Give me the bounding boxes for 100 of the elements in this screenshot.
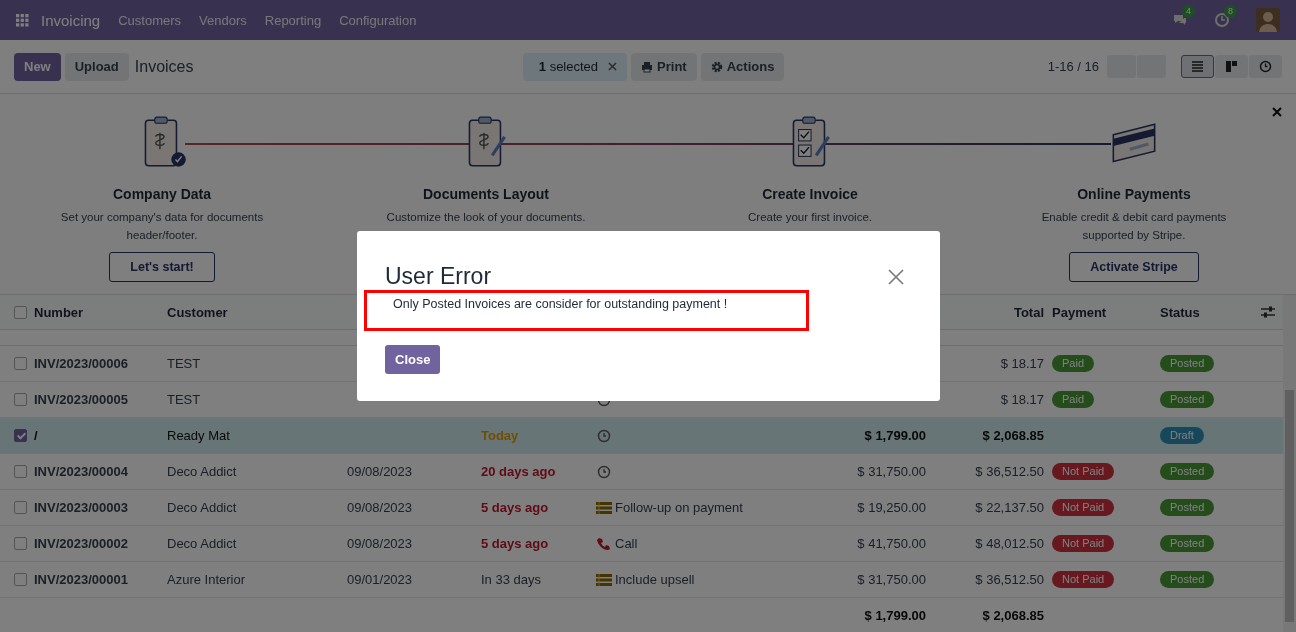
checkbox[interactable]: [14, 501, 27, 514]
status-badge: Posted: [1160, 355, 1215, 372]
payment-badge: Not Paid: [1052, 535, 1115, 552]
table-cell: $ 48,012.50: [975, 536, 1044, 551]
activity-view-button[interactable]: [1249, 55, 1282, 78]
step-description: Create your first invoice.: [747, 210, 873, 225]
menu-item[interactable]: Configuration: [339, 12, 417, 28]
table-cell: TEST: [167, 356, 201, 371]
checkbox[interactable]: [14, 305, 27, 319]
apps-menu-icon[interactable]: [16, 13, 29, 27]
checkbox[interactable]: [14, 465, 27, 478]
column-header[interactable]: Status: [1160, 304, 1200, 320]
clock-icon: [1259, 60, 1272, 73]
checkbox[interactable]: [14, 357, 27, 370]
table-row[interactable]: INV/2023/00003 Deco Addict 09/08/2023 5 days ago Follow-up on payment $ 19,250.00 $ 22,137.50 Not Paid Posted: [0, 490, 1283, 526]
checkbox[interactable]: [14, 537, 27, 550]
table-row[interactable]: INV/2023/00001 Azure Interior 09/01/2023 In 33 days Include upsell $ 31,750.00 $ 36,512.50 Not Paid Posted: [0, 562, 1283, 598]
footer-total: $ 2,068.85: [982, 607, 1044, 623]
clock-icon[interactable]: [596, 428, 612, 443]
pager-value: 1-16 / 16: [1047, 59, 1099, 74]
table-cell: Include upsell: [615, 572, 695, 587]
table-cell: INV/2023/00005: [34, 392, 128, 407]
phone-icon[interactable]: [596, 536, 612, 551]
step-title: Company Data: [113, 186, 211, 202]
breadcrumb: Invoices: [134, 57, 195, 76]
count-badge: 4: [1182, 5, 1195, 18]
menu-item[interactable]: Customers: [118, 12, 182, 28]
table-cell: $ 31,750.00: [857, 572, 926, 587]
step-button[interactable]: Let's start!: [109, 252, 215, 282]
checkbox[interactable]: [14, 393, 27, 406]
payment-badge: Paid: [1052, 391, 1095, 408]
table-row[interactable]: INV/2023/00004 Deco Addict 09/08/2023 20 days ago $ 31,750.00 $ 36,512.50 Not Paid Posted: [0, 454, 1283, 490]
menu-item[interactable]: Vendors: [199, 12, 247, 28]
settings-sliders-icon[interactable]: [1261, 306, 1275, 318]
status-badge: Posted: [1160, 499, 1215, 516]
step-description: Enable credit & debit card payments supported by Stripe.: [1040, 210, 1228, 243]
checkbox[interactable]: [14, 429, 27, 442]
dialog-title: User Error: [385, 263, 492, 290]
scrollbar-thumb[interactable]: [1285, 390, 1294, 622]
table-cell: 09/08/2023: [347, 500, 413, 515]
table-cell: $ 22,137.50: [975, 500, 1044, 515]
table-cell: INV/2023/00002: [34, 536, 128, 551]
table-cell: /: [34, 428, 38, 443]
close-icon[interactable]: [608, 62, 618, 71]
status-badge: Draft: [1160, 427, 1204, 444]
close-icon[interactable]: [1272, 107, 1282, 117]
table-cell: Deco Addict: [167, 464, 237, 479]
list-icon[interactable]: [596, 500, 612, 515]
status-badge: Posted: [1160, 571, 1215, 588]
step-button[interactable]: Activate Stripe: [1069, 252, 1199, 282]
app-name[interactable]: Invoicing: [41, 11, 101, 29]
table-cell: Deco Addict: [167, 536, 237, 551]
close-icon[interactable]: [888, 268, 904, 285]
column-header[interactable]: Payment: [1052, 304, 1107, 320]
table-cell: Follow-up on payment: [615, 500, 743, 515]
kanban-icon: [1225, 60, 1238, 73]
checkbox[interactable]: [14, 573, 27, 586]
table-cell: $ 36,512.50: [975, 572, 1044, 587]
table-cell: INV/2023/00003: [34, 500, 128, 515]
table-cell: INV/2023/00006: [34, 356, 128, 371]
column-header[interactable]: Total: [1013, 304, 1044, 320]
menu-item[interactable]: Reporting: [264, 12, 322, 28]
payment-badge: Paid: [1052, 355, 1095, 372]
table-cell: 09/08/2023: [347, 464, 413, 479]
actions-button[interactable]: Actions: [700, 52, 785, 81]
table-cell: INV/2023/00004: [34, 464, 128, 479]
table-cell: Azure Interior: [167, 572, 246, 587]
kanban-view-button[interactable]: [1215, 55, 1248, 78]
list-icon[interactable]: [596, 572, 612, 587]
error-message: Only Posted Invoices are consider for outstanding payment !: [393, 297, 729, 311]
table-cell: $ 18.17: [1000, 356, 1044, 371]
print-button[interactable]: Print: [631, 52, 697, 81]
table-cell: 20 days ago: [481, 464, 556, 479]
table-cell: $ 36,512.50: [975, 464, 1044, 479]
avatar[interactable]: [1256, 8, 1280, 32]
table-cell: $ 41,750.00: [857, 536, 926, 551]
column-header[interactable]: Number: [34, 304, 84, 320]
table-cell: Today: [481, 428, 519, 443]
table-row[interactable]: / Ready Mat Today $ 1,799.00 $ 2,068.85 Draft: [0, 418, 1283, 454]
list-view-button[interactable]: [1181, 55, 1214, 78]
gear-icon: [710, 60, 723, 73]
footer-total: $ 1,799.00: [864, 607, 926, 623]
column-header[interactable]: Customer: [167, 304, 228, 320]
status-badge: Posted: [1160, 463, 1215, 480]
selection-count: 1 selected: [538, 59, 599, 74]
printer-icon: [641, 60, 654, 73]
table-cell: Call: [615, 536, 638, 551]
close-button[interactable]: Close: [385, 345, 441, 374]
new-button[interactable]: New: [14, 52, 61, 81]
clock-icon[interactable]: [596, 464, 612, 479]
step-description: Customize the look of your documents.: [385, 210, 587, 225]
table-cell: $ 1,799.00: [864, 428, 926, 443]
step-title: Online Payments: [1077, 186, 1191, 202]
upload-button[interactable]: Upload: [64, 52, 129, 81]
table-cell: $ 18.17: [1000, 392, 1044, 407]
table-cell: In 33 days: [481, 572, 541, 587]
table-row[interactable]: INV/2023/00002 Deco Addict 09/08/2023 5 days ago Call $ 41,750.00 $ 48,012.50 Not Paid Posted: [0, 526, 1283, 562]
scrollbar[interactable]: [1283, 295, 1296, 632]
status-badge: Posted: [1160, 535, 1215, 552]
count-badge: 8: [1224, 5, 1237, 18]
